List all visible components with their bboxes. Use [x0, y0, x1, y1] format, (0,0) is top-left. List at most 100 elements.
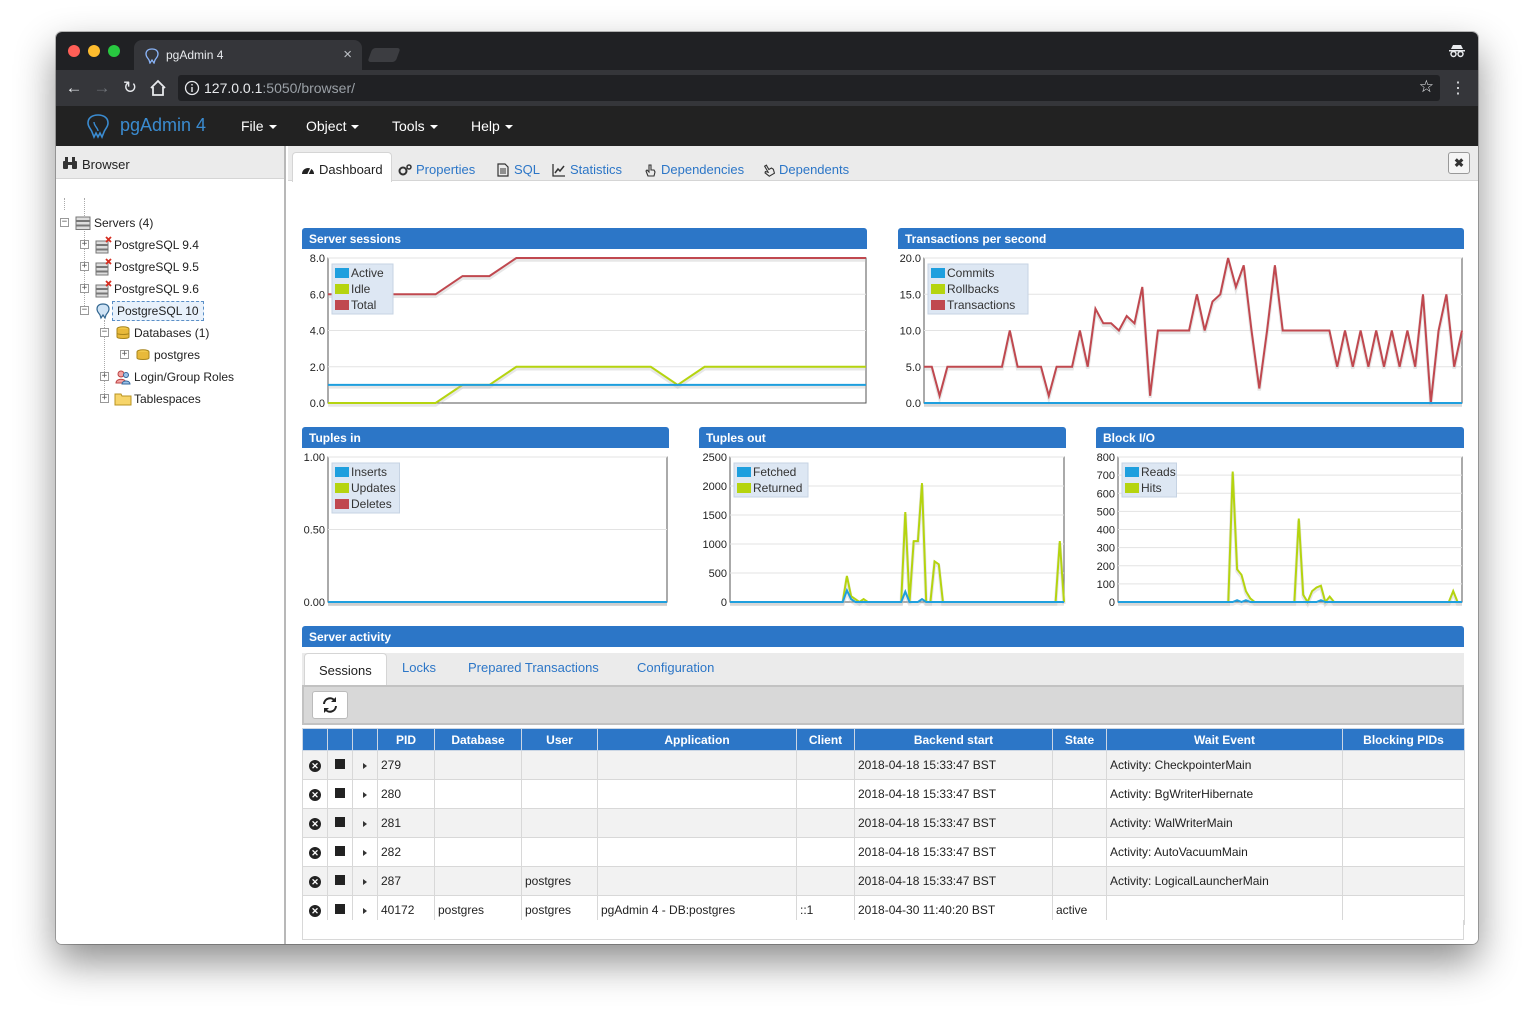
- tab-close-icon[interactable]: ×: [343, 46, 352, 63]
- terminate-cell[interactable]: ✕: [302, 750, 328, 780]
- terminate-session-icon[interactable]: ✕: [309, 818, 321, 830]
- tab-sql[interactable]: SQL: [488, 156, 548, 181]
- tree-toggle-icon[interactable]: +: [100, 372, 109, 381]
- tree-node-postgres-db[interactable]: + postgres: [120, 345, 280, 365]
- table-row[interactable]: ✕ 287 postgres 2018-04-18 15:33:47 BST Activ…: [302, 866, 1465, 896]
- forward-arrow-icon[interactable]: →: [92, 78, 112, 98]
- file-text-icon: [497, 163, 509, 177]
- expand-row-icon[interactable]: [363, 908, 367, 914]
- tree-toggle-icon[interactable]: +: [120, 350, 129, 359]
- expand-cell[interactable]: [352, 779, 378, 809]
- tree-node-databases[interactable]: − Databases (1): [100, 323, 280, 343]
- terminate-session-icon[interactable]: ✕: [309, 876, 321, 888]
- back-arrow-icon[interactable]: ←: [64, 78, 84, 98]
- tree-label: PostgreSQL 9.4: [114, 238, 199, 252]
- address-bar[interactable]: 127.0.0.1:5050/browser/ ☆: [178, 75, 1440, 101]
- close-panel-button[interactable]: ✖: [1448, 152, 1470, 174]
- table-row[interactable]: ✕ 280 2018-04-18 15:33:47 BST Activity: BgW…: [302, 779, 1465, 809]
- cancel-cell[interactable]: [327, 808, 353, 838]
- expand-cell[interactable]: [352, 750, 378, 780]
- tree-toggle-icon[interactable]: +: [80, 240, 89, 249]
- new-tab-button[interactable]: [367, 48, 401, 62]
- expand-row-icon[interactable]: [363, 792, 367, 798]
- reload-icon[interactable]: ↻: [120, 78, 140, 98]
- menu-tools[interactable]: Tools: [392, 118, 438, 134]
- site-info-icon[interactable]: [184, 80, 200, 96]
- refresh-button[interactable]: [312, 691, 348, 719]
- col-header-state[interactable]: State: [1052, 728, 1107, 751]
- col-header-user[interactable]: User: [521, 728, 598, 751]
- cancel-cell[interactable]: [327, 750, 353, 780]
- tab-dependents[interactable]: Dependents: [753, 156, 857, 181]
- expand-cell[interactable]: [352, 837, 378, 867]
- terminate-session-icon[interactable]: ✕: [309, 847, 321, 859]
- tree-node-postgresql-9-6[interactable]: + PostgreSQL 9.6: [80, 279, 280, 299]
- close-window-button[interactable]: [68, 45, 80, 57]
- cell-wait-event: Activity: CheckpointerMain: [1106, 750, 1343, 780]
- expand-cell[interactable]: [352, 808, 378, 838]
- tree-node-servers[interactable]: − Servers (4): [60, 213, 280, 233]
- bookmark-star-icon[interactable]: ☆: [1419, 77, 1434, 97]
- expand-row-icon[interactable]: [363, 879, 367, 885]
- tab-configuration[interactable]: Configuration: [637, 660, 714, 675]
- terminate-cell[interactable]: ✕: [302, 779, 328, 809]
- tab-properties[interactable]: Properties: [390, 156, 483, 181]
- terminate-cell[interactable]: ✕: [302, 808, 328, 838]
- tab-locks[interactable]: Locks: [402, 660, 436, 675]
- tree-node-postgresql-9-4[interactable]: + PostgreSQL 9.4: [80, 235, 280, 255]
- tree-node-roles[interactable]: + Login/Group Roles: [100, 367, 280, 387]
- tree-toggle-icon[interactable]: −: [80, 306, 89, 315]
- tree-toggle-icon[interactable]: +: [80, 262, 89, 271]
- tree-toggle-icon[interactable]: −: [60, 218, 69, 227]
- minimize-window-button[interactable]: [88, 45, 100, 57]
- y-tick-label: 2000: [703, 481, 727, 493]
- expand-row-icon[interactable]: [363, 850, 367, 856]
- cancel-cell[interactable]: [327, 866, 353, 896]
- cancel-query-icon[interactable]: [335, 759, 345, 769]
- tree-node-tablespaces[interactable]: + Tablespaces: [100, 389, 280, 409]
- browser-tab[interactable]: pgAdmin 4 ×: [134, 40, 362, 70]
- tree-toggle-icon[interactable]: −: [100, 328, 109, 337]
- table-row[interactable]: ✕ 281 2018-04-18 15:33:47 BST Activity: Wal…: [302, 808, 1465, 838]
- tab-dashboard[interactable]: Dashboard: [292, 152, 392, 182]
- cancel-query-icon[interactable]: [335, 846, 345, 856]
- tab-prepared-transactions[interactable]: Prepared Transactions: [468, 660, 599, 675]
- cancel-query-icon[interactable]: [335, 788, 345, 798]
- terminate-cell[interactable]: ✕: [302, 837, 328, 867]
- y-tick-label: 1000: [703, 539, 727, 551]
- cancel-query-icon[interactable]: [335, 875, 345, 885]
- col-header-backend-start[interactable]: Backend start: [854, 728, 1053, 751]
- terminate-session-icon[interactable]: ✕: [309, 905, 321, 917]
- terminate-session-icon[interactable]: ✕: [309, 760, 321, 772]
- cancel-cell[interactable]: [327, 779, 353, 809]
- terminate-session-icon[interactable]: ✕: [309, 789, 321, 801]
- cancel-query-icon[interactable]: [335, 904, 345, 914]
- cancel-query-icon[interactable]: [335, 817, 345, 827]
- chrome-menu-icon[interactable]: ⋮: [1450, 78, 1466, 98]
- tab-sessions[interactable]: Sessions: [304, 653, 387, 686]
- tree-node-postgresql-9-5[interactable]: + PostgreSQL 9.5: [80, 257, 280, 277]
- menu-file[interactable]: File: [241, 118, 277, 134]
- tree-toggle-icon[interactable]: +: [100, 394, 109, 403]
- tree-node-postgresql-10[interactable]: − PostgreSQL 10: [80, 301, 280, 321]
- expand-row-icon[interactable]: [363, 821, 367, 827]
- terminate-cell[interactable]: ✕: [302, 866, 328, 896]
- maximize-window-button[interactable]: [108, 45, 120, 57]
- cancel-cell[interactable]: [327, 837, 353, 867]
- expand-cell[interactable]: [352, 866, 378, 896]
- col-header-blocking-pids[interactable]: Blocking PIDs: [1342, 728, 1465, 751]
- table-row[interactable]: ✕ 279 2018-04-18 15:33:47 BST Activity: Che…: [302, 750, 1465, 780]
- expand-row-icon[interactable]: [363, 763, 367, 769]
- home-icon[interactable]: [148, 78, 168, 98]
- tab-dependencies[interactable]: Dependencies: [635, 156, 752, 181]
- col-header-wait-event[interactable]: Wait Event: [1106, 728, 1343, 751]
- col-header-application[interactable]: Application: [597, 728, 797, 751]
- table-row[interactable]: ✕ 282 2018-04-18 15:33:47 BST Activity: Aut…: [302, 837, 1465, 867]
- col-header-pid[interactable]: PID: [377, 728, 435, 751]
- tab-statistics[interactable]: Statistics: [544, 156, 630, 181]
- tree-toggle-icon[interactable]: +: [80, 284, 89, 293]
- menu-object[interactable]: Object: [306, 118, 360, 134]
- menu-help[interactable]: Help: [471, 118, 513, 134]
- col-header-client[interactable]: Client: [796, 728, 855, 751]
- col-header-database[interactable]: Database: [434, 728, 522, 751]
